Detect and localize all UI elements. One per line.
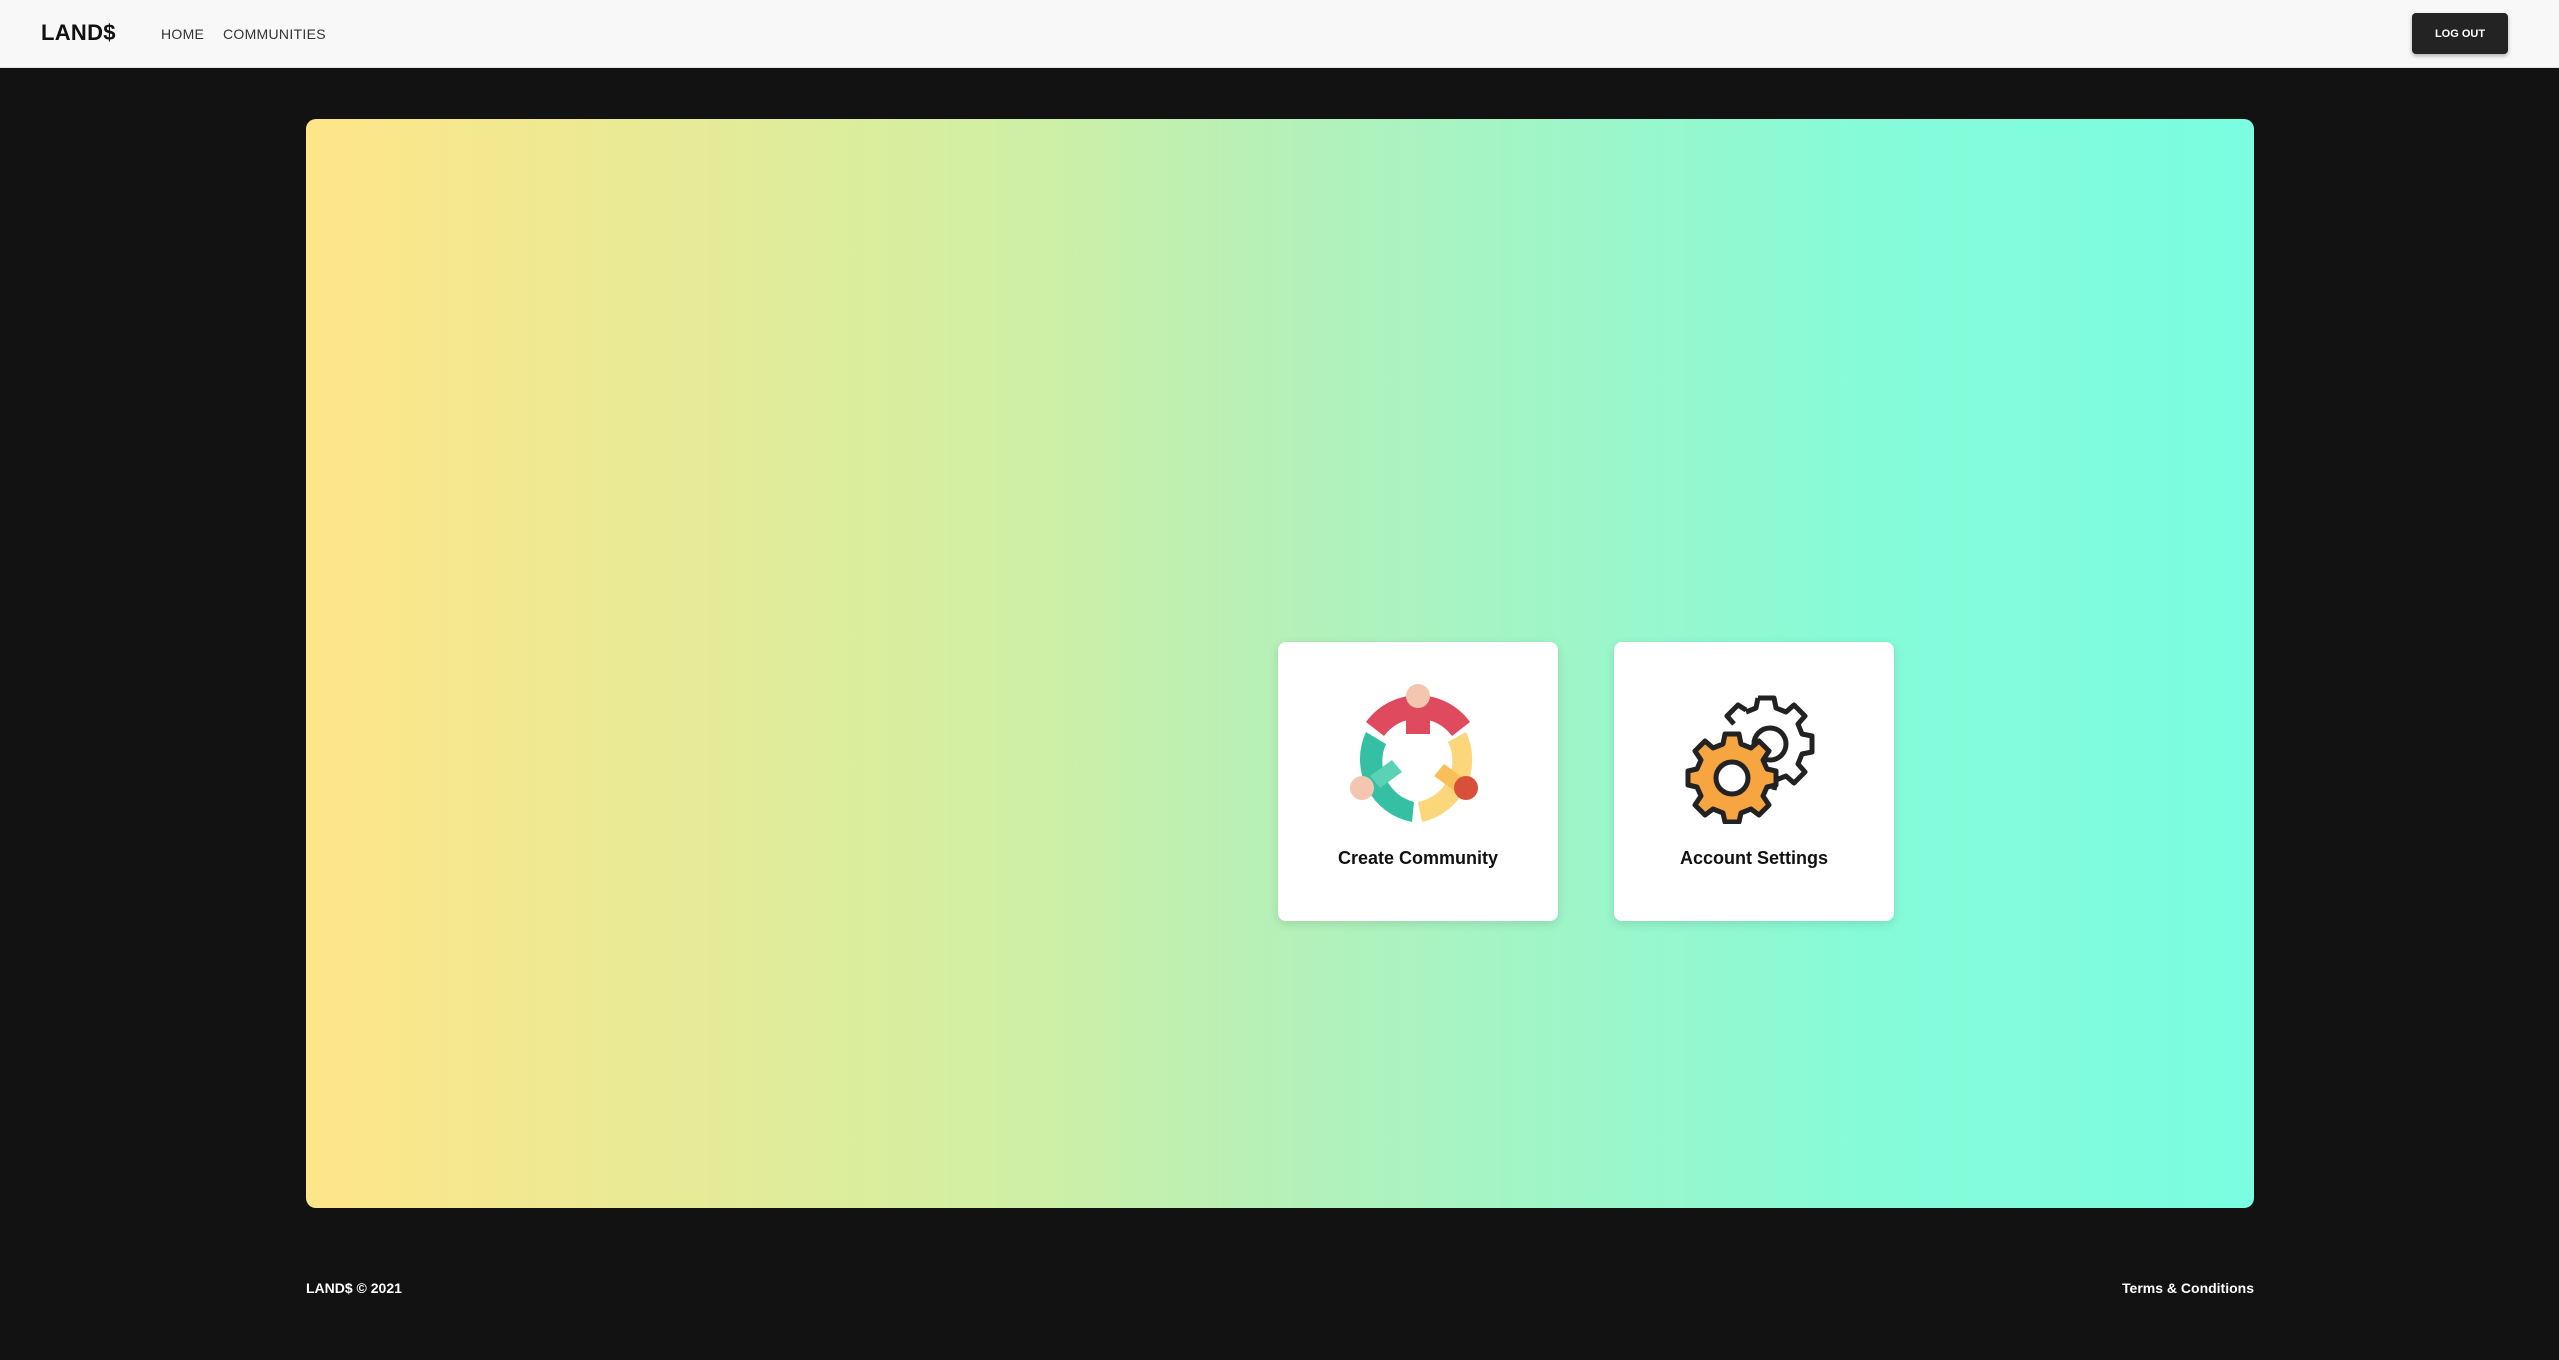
- create-community-card[interactable]: Create Community: [1278, 642, 1558, 921]
- account-settings-card[interactable]: Account Settings: [1614, 642, 1894, 921]
- logout-button[interactable]: LOG OUT: [2412, 13, 2508, 54]
- hero-panel: Create Community Account Settings: [306, 119, 2254, 1208]
- terms-link[interactable]: Terms & Conditions: [2122, 1280, 2254, 1296]
- brand-logo[interactable]: LAND$: [41, 20, 116, 46]
- gear-icon: [1685, 695, 1815, 824]
- nav-link-communities[interactable]: COMMUNITIES: [223, 26, 326, 42]
- footer-copyright: LAND$ © 2021: [306, 1280, 402, 1296]
- top-navbar: LAND$ HOME COMMUNITIES LOG OUT: [0, 0, 2559, 68]
- community-icon: [1350, 684, 1478, 822]
- account-settings-label: Account Settings: [1679, 848, 1828, 868]
- create-community-label: Create Community: [1337, 848, 1499, 868]
- nav-link-home[interactable]: HOME: [161, 26, 204, 42]
